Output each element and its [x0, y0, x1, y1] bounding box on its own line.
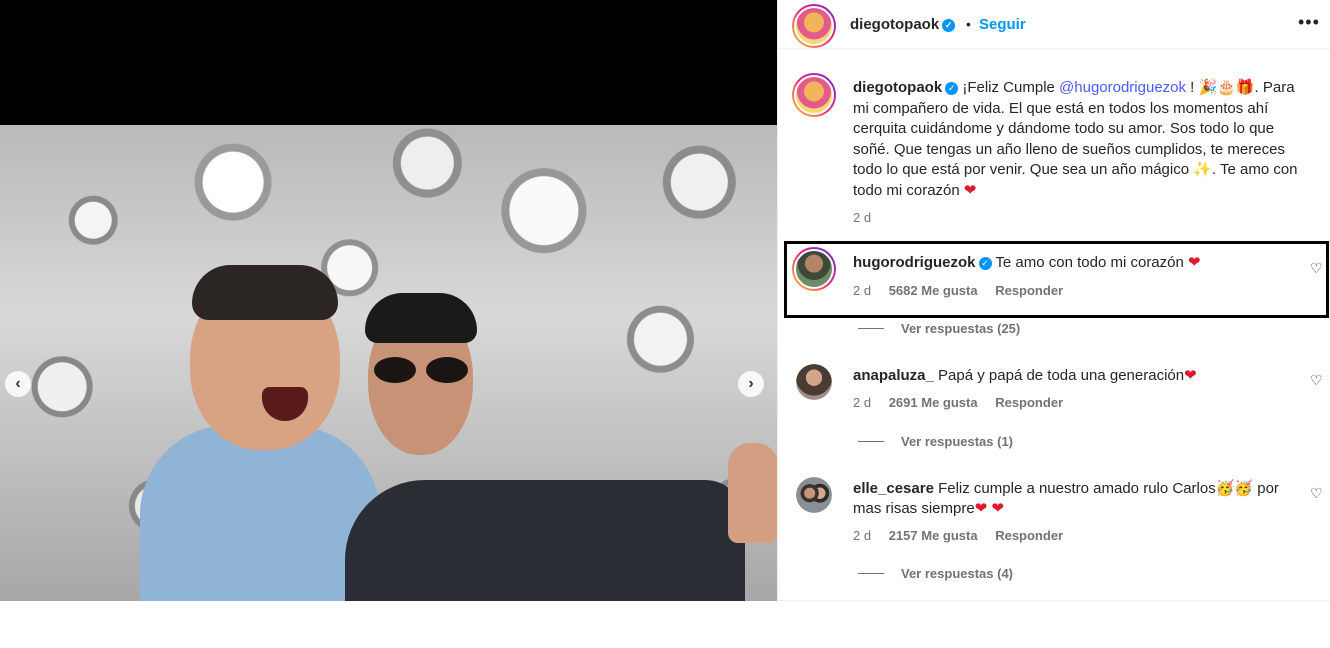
- comment-meta: 2 d 5682 Me gusta Responder: [853, 283, 1077, 298]
- caption-avatar[interactable]: [792, 73, 836, 117]
- comment-avatar[interactable]: [796, 477, 832, 513]
- like-comment-icon[interactable]: ♡: [1310, 260, 1323, 277]
- comment-text: elle_cesare Feliz cumple a nuestro amado…: [853, 479, 1298, 519]
- replies-dash: [858, 441, 884, 442]
- person-left-hoodie: [140, 425, 380, 601]
- caption-timestamp[interactable]: 2 d: [853, 210, 871, 225]
- comment-likes[interactable]: 5682 Me gusta: [889, 283, 978, 298]
- media-letterbox-top: [0, 0, 777, 125]
- heart-emoji-icon: ❤: [1188, 254, 1201, 271]
- divider: [777, 600, 1330, 601]
- verified-badge-icon: ✓: [942, 19, 956, 32]
- sunglasses: [374, 357, 468, 383]
- replies-dash: [858, 573, 884, 574]
- caption-mention-link[interactable]: @hugorodriguezok: [1059, 79, 1186, 96]
- view-replies-label[interactable]: Ver respuestas (25): [901, 321, 1020, 336]
- comment-username[interactable]: anapaluza_: [853, 367, 934, 384]
- comment-text: hugorodriguezok ✓ Te amo con todo mi cora…: [853, 253, 1298, 273]
- view-replies-label[interactable]: Ver respuestas (1): [901, 434, 1013, 449]
- caption-prefix: ¡Feliz Cumple: [962, 79, 1060, 96]
- previous-photo-button[interactable]: ‹: [5, 371, 31, 397]
- caption-emojis: ! 🎉🎂🎁.: [1186, 79, 1259, 96]
- comment-avatar[interactable]: [792, 247, 836, 291]
- comment-meta: 2 d 2691 Me gusta Responder: [853, 395, 1077, 410]
- reply-button[interactable]: Responder: [995, 395, 1063, 410]
- comment-time[interactable]: 2 d: [853, 283, 871, 298]
- comment-body: Papá y papá de toda una generación: [938, 367, 1185, 384]
- next-photo-button[interactable]: ›: [738, 371, 764, 397]
- reply-button[interactable]: Responder: [995, 283, 1063, 298]
- heart-emoji-icon: ❤ ❤: [974, 500, 1005, 517]
- comment-username[interactable]: hugorodriguezok: [853, 254, 976, 271]
- comment-likes[interactable]: 2691 Me gusta: [889, 395, 978, 410]
- person-left-hair: [192, 265, 338, 320]
- chevron-right-icon: ›: [748, 375, 754, 392]
- author-avatar[interactable]: [792, 4, 836, 48]
- view-replies-button[interactable]: Ver respuestas (1): [858, 434, 1013, 449]
- author-username[interactable]: diegotopaok ✓: [850, 16, 956, 33]
- more-options-icon[interactable]: •••: [1298, 12, 1320, 33]
- view-replies-button[interactable]: Ver respuestas (4): [858, 566, 1013, 581]
- chevron-left-icon: ‹: [15, 375, 21, 392]
- comment-time[interactable]: 2 d: [853, 528, 871, 543]
- view-replies-button[interactable]: Ver respuestas (25): [858, 321, 1020, 336]
- verified-badge-icon: ✓: [978, 257, 992, 270]
- header-divider: [777, 48, 1330, 49]
- comment-meta: 2 d 2157 Me gusta Responder: [853, 528, 1077, 543]
- post-caption: diegotopaok ✓ ¡Feliz Cumple @hugorodrigue…: [853, 78, 1303, 201]
- follow-button[interactable]: Seguir: [979, 16, 1026, 33]
- comment-likes[interactable]: 2157 Me gusta: [889, 528, 978, 543]
- like-comment-icon[interactable]: ♡: [1310, 372, 1323, 389]
- like-comment-icon[interactable]: ♡: [1310, 485, 1323, 502]
- caption-username[interactable]: diegotopaok: [853, 79, 942, 96]
- header-separator: •: [966, 16, 971, 32]
- verified-badge-icon: ✓: [945, 82, 959, 95]
- reply-button[interactable]: Responder: [995, 528, 1063, 543]
- person-right-hair: [365, 293, 477, 343]
- person-right-jacket: [345, 480, 745, 601]
- comment-body: Te amo con todo mi corazón: [995, 254, 1189, 271]
- comment-text: anapaluza_ Papá y papá de toda una gener…: [853, 366, 1298, 386]
- comment-username[interactable]: elle_cesare: [853, 480, 934, 497]
- heart-emoji-icon: ❤: [1184, 367, 1197, 384]
- comment-time[interactable]: 2 d: [853, 395, 871, 410]
- author-username-text[interactable]: diegotopaok: [850, 16, 939, 33]
- post-photo[interactable]: [0, 125, 777, 601]
- heart-emoji-icon: ❤: [963, 181, 977, 199]
- comment-avatar[interactable]: [796, 364, 832, 400]
- thumbs-up-hand: [728, 443, 777, 543]
- replies-dash: [858, 328, 884, 329]
- view-replies-label[interactable]: Ver respuestas (4): [901, 566, 1013, 581]
